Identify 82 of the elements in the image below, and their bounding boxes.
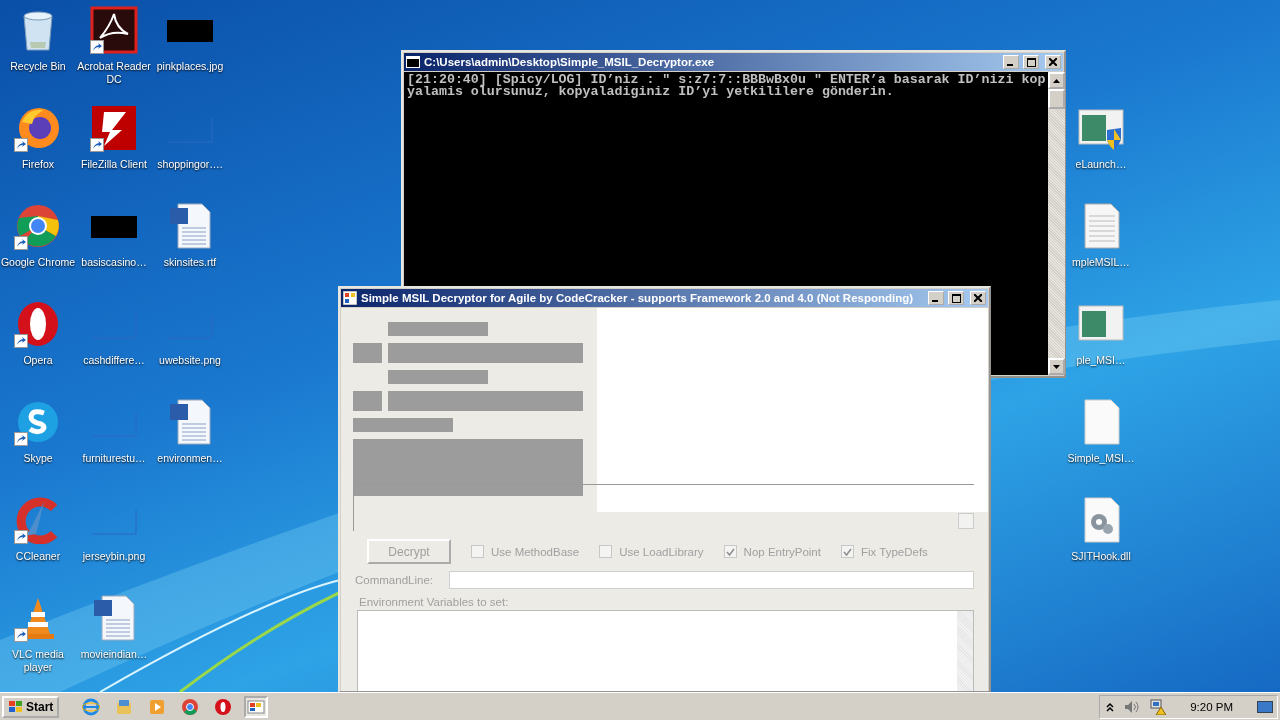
- round-logo-icon: [14, 202, 62, 250]
- icon-label[interactable]: pinkplaces.jpg: [152, 60, 228, 73]
- decrypt-button[interactable]: Decrypt: [367, 539, 451, 564]
- icon-label[interactable]: FileZilla Client: [76, 158, 152, 171]
- window-title: Simple MSIL Decryptor for Agile by CodeCracker - supports Framework 2.0 and 4.0 (Not Responding): [361, 292, 915, 304]
- start-button[interactable]: Start: [2, 695, 60, 718]
- pdf-logo-icon: [90, 6, 138, 54]
- shortcut-arrow-icon: [14, 432, 28, 446]
- maximize-button[interactable]: [948, 291, 964, 305]
- icon-label[interactable]: mpleMSIL…: [1066, 256, 1136, 269]
- check-icon: [725, 547, 735, 556]
- icon-label[interactable]: Simple_MSI…: [1066, 452, 1136, 465]
- command-line-field[interactable]: [449, 571, 974, 589]
- chevron-up-icon[interactable]: [1106, 701, 1115, 712]
- minimize-button[interactable]: [1003, 55, 1019, 69]
- icon-label[interactable]: uwebsite.png: [152, 354, 228, 367]
- icon-label[interactable]: SJITHook.dll: [1066, 550, 1136, 563]
- shortcut-arrow-icon: [14, 334, 28, 348]
- option-checkbox[interactable]: Fix TypeDefs: [840, 545, 928, 558]
- console-icon: [406, 56, 420, 68]
- shortcut-arrow-icon: [14, 236, 28, 250]
- shortcut-arrow-icon: [14, 530, 28, 544]
- clock[interactable]: 9:20 PM: [1190, 700, 1233, 713]
- show-desktop-icon[interactable]: [1257, 700, 1273, 713]
- shortcut-arrow-icon: [90, 138, 104, 152]
- console-line: yalamis olursunuz, kopyaladiginiz ID’yi yetkililere gönderin.: [407, 86, 895, 98]
- scroll-thumb[interactable]: [1048, 89, 1066, 109]
- console-line: [21:20:40] [Spicy/LOG] ID’niz : " s:z7:7::BBBwBx0u " ENTER’a basarak ID’nizi kop: [407, 74, 1046, 86]
- folder-icon: [115, 697, 134, 716]
- icon-label[interactable]: basiscasino…: [76, 256, 152, 269]
- icon-label[interactable]: VLC media player: [0, 648, 76, 674]
- icon-label[interactable]: cashdiffere…: [76, 354, 152, 367]
- scrollbar[interactable]: [957, 611, 973, 691]
- icon-label[interactable]: ple_MSI…: [1066, 354, 1136, 367]
- scrollbar[interactable]: [1048, 72, 1066, 375]
- icon-label[interactable]: environmen…: [152, 452, 228, 465]
- flag-icon: [8, 699, 24, 714]
- app-window-icon: [247, 697, 266, 716]
- ring-logo-icon: [214, 697, 233, 716]
- up-arrow-icon: [1053, 78, 1061, 83]
- icon-label[interactable]: eLaunch…: [1066, 158, 1136, 171]
- icon-label[interactable]: skinsites.rtf: [152, 256, 228, 269]
- icon-label[interactable]: Opera: [0, 354, 76, 367]
- icon-label[interactable]: Firefox: [0, 158, 76, 171]
- taskbar-button[interactable]: [244, 695, 269, 718]
- media-player-icon: [148, 697, 167, 716]
- round-logo-icon: [181, 697, 200, 716]
- icon-label[interactable]: furniturestu…: [76, 452, 152, 465]
- blank-block: [353, 343, 382, 363]
- close-button[interactable]: [1045, 55, 1061, 69]
- window-title: C:\Users\admin\Desktop\Simple_MSIL_Decryptor.exe: [424, 56, 716, 68]
- maximize-icon: [951, 293, 961, 303]
- network-icon[interactable]: [1150, 698, 1167, 715]
- maximize-button[interactable]: [1023, 55, 1039, 69]
- icon-label[interactable]: Recycle Bin: [0, 60, 76, 73]
- shortcut-arrow-icon: [14, 628, 28, 642]
- close-button[interactable]: [970, 291, 986, 305]
- down-arrow-icon: [1053, 364, 1061, 369]
- maximize-icon: [1026, 57, 1036, 67]
- icon-label[interactable]: movieindian…: [76, 648, 152, 661]
- icon-label[interactable]: shoppingor….: [152, 158, 228, 171]
- minimize-button[interactable]: [928, 291, 944, 305]
- browser-e-icon: [82, 697, 101, 716]
- shortcut-arrow-icon: [90, 40, 104, 54]
- icon-label[interactable]: Acrobat Reader DC: [76, 60, 152, 86]
- lightning-tile-icon: [90, 104, 138, 152]
- field-label: Environment Variables to set:: [358, 595, 510, 608]
- blank-block: [353, 391, 382, 411]
- check-icon: [842, 547, 852, 556]
- app-window-icon: [343, 291, 357, 305]
- icon-label[interactable]: Google Chrome: [0, 256, 76, 269]
- speaker-icon[interactable]: [1124, 699, 1141, 714]
- icon-label[interactable]: CCleaner: [0, 550, 76, 563]
- close-icon: [1049, 58, 1057, 66]
- shortcut-arrow-icon: [14, 138, 28, 152]
- option-checkbox[interactable]: Nop EntryPoint: [723, 545, 821, 558]
- close-icon: [974, 294, 982, 302]
- icon-label[interactable]: jerseybin.png: [76, 550, 152, 563]
- icon-label[interactable]: Skype: [0, 452, 76, 465]
- option-checkbox[interactable]: Use LoadLibrary: [599, 545, 704, 558]
- option-checkbox[interactable]: Use MethodBase: [471, 545, 580, 558]
- field-label: CommandLine:: [355, 574, 433, 586]
